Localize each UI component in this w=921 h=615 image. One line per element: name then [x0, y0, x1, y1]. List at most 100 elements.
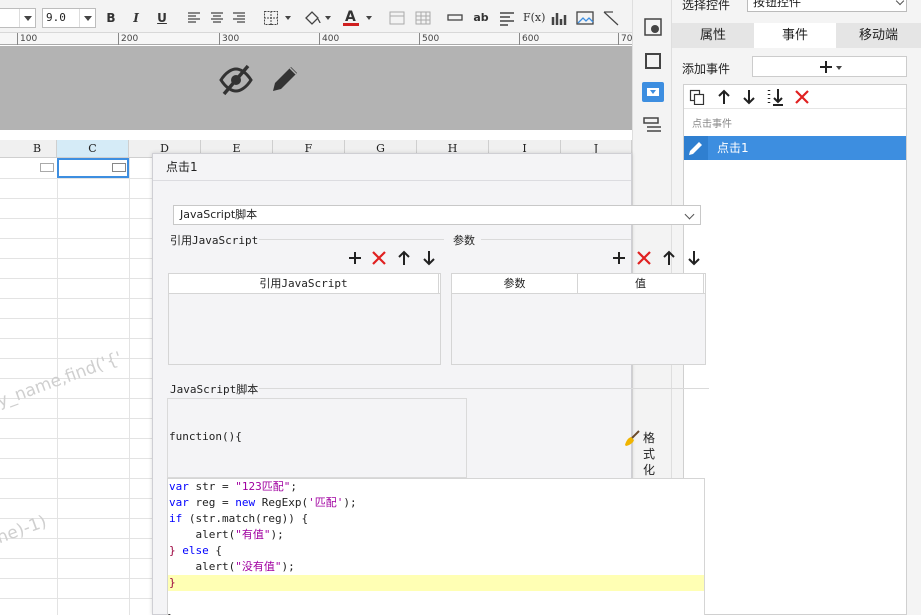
delete-icon[interactable]	[636, 250, 652, 266]
section-divider	[259, 388, 709, 389]
params-table[interactable]: 参数 值	[451, 273, 706, 365]
text-tool-button[interactable]: ab	[472, 9, 490, 27]
panel-tabs: 属性 事件 移动端	[672, 23, 921, 48]
formula-button[interactable]: F(x)	[523, 9, 545, 27]
ruler: 100 200 300 400 500 600 700	[0, 33, 638, 45]
move-to-bottom-icon[interactable]	[765, 87, 787, 107]
arrow-up-icon[interactable]	[716, 89, 732, 105]
font-size-select[interactable]: 9.0	[42, 8, 96, 28]
cell-widget-marker	[112, 163, 126, 172]
code-line: var reg = new RegExp('匹配');	[169, 496, 357, 509]
plus-icon[interactable]	[611, 250, 627, 266]
bold-button[interactable]: B	[104, 9, 118, 27]
chevron-down-icon	[19, 9, 35, 27]
tab-properties[interactable]: 属性	[672, 23, 754, 48]
ref-js-section-label: 引用JavaScript	[170, 234, 259, 247]
svg-text:A: A	[345, 9, 356, 25]
script-type-select[interactable]: JavaScript脚本	[173, 205, 701, 225]
ruler-tick: 100	[17, 33, 37, 45]
merge-cells-icon[interactable]	[389, 10, 405, 26]
underline-button[interactable]: U	[155, 9, 169, 27]
column-header-c[interactable]: C	[57, 140, 129, 158]
event-widget-icon[interactable]	[642, 82, 664, 102]
arrow-down-icon[interactable]	[686, 250, 702, 266]
event-dialog: 点击1 JavaScript脚本 引用JavaScript 参数 引用JavaS…	[152, 153, 709, 615]
frame-icon[interactable]	[644, 52, 662, 70]
pencil-icon	[684, 136, 708, 160]
border-icon[interactable]	[263, 10, 279, 26]
add-event-button[interactable]	[752, 56, 907, 77]
widget-select-label: 选择控件	[682, 0, 731, 12]
code-line: if (str.match(reg)) {	[169, 512, 309, 525]
dialog-title: 点击1	[153, 154, 631, 181]
ruler-tick: 500	[419, 33, 439, 45]
arrow-up-icon[interactable]	[661, 250, 677, 266]
script-type-value: JavaScript脚本	[180, 208, 258, 221]
italic-button[interactable]: I	[129, 9, 143, 27]
ref-js-column: 引用JavaScript	[169, 274, 439, 294]
section-divider	[481, 239, 631, 240]
ref-js-table[interactable]: 引用JavaScript	[168, 273, 441, 365]
slash-cell-icon[interactable]	[603, 10, 619, 26]
fill-color-icon[interactable]	[303, 9, 321, 26]
ruler-tick: 600	[519, 33, 539, 45]
code-line: var str = "123匹配";	[169, 480, 297, 493]
font-family-select[interactable]	[0, 8, 36, 28]
chevron-down-icon	[836, 66, 842, 70]
code-editor[interactable]: var str = "123匹配"; var reg = new RegExp(…	[167, 478, 705, 615]
param-column: 参数	[452, 274, 578, 294]
section-divider	[259, 239, 444, 240]
js-script-section-label: JavaScript脚本	[170, 383, 259, 396]
plus-icon[interactable]	[347, 250, 363, 266]
eye-hidden-icon[interactable]	[219, 63, 253, 97]
chevron-down-icon[interactable]	[366, 16, 372, 20]
image-icon[interactable]	[576, 10, 594, 26]
ruler-tick: 300	[219, 33, 239, 45]
tab-events[interactable]: 事件	[754, 23, 836, 48]
column-header-b[interactable]: B	[0, 140, 57, 158]
chevron-down-icon[interactable]	[325, 16, 331, 20]
event-group-label: 点击事件	[692, 119, 732, 130]
add-event-label: 添加事件	[682, 62, 731, 76]
delete-icon[interactable]	[794, 89, 810, 105]
widget-canvas	[0, 46, 632, 130]
align-right-icon[interactable]	[232, 11, 246, 25]
arrow-down-icon[interactable]	[421, 250, 437, 266]
paragraph-icon[interactable]	[499, 10, 515, 26]
arrow-down-icon[interactable]	[741, 89, 757, 105]
widget-settings-icon[interactable]	[644, 18, 662, 36]
copy-icon[interactable]	[689, 89, 705, 105]
font-color-icon[interactable]: A	[342, 8, 360, 28]
event-item-label: 点击1	[717, 141, 749, 155]
chevron-down-icon	[682, 206, 700, 224]
tab-mobile[interactable]: 移动端	[836, 23, 921, 48]
ruler-tick: 400	[319, 33, 339, 45]
value-column: 值	[578, 274, 704, 294]
bar-chart-icon[interactable]	[551, 10, 567, 26]
widget-select[interactable]: 按钮控件	[747, 0, 907, 12]
arrow-up-icon[interactable]	[396, 250, 412, 266]
font-size-value: 9.0	[46, 11, 66, 24]
grid-icon[interactable]	[415, 10, 431, 26]
properties-panel: 选择控件 按钮控件 属性 事件 移动端 添加事件 点击事件 点击1	[672, 0, 921, 615]
widget-select-row: 选择控件 按钮控件	[672, 0, 921, 20]
align-center-icon[interactable]	[210, 11, 224, 25]
textbox-icon[interactable]	[446, 10, 464, 26]
delete-icon[interactable]	[371, 250, 387, 266]
event-toolbar	[684, 85, 906, 109]
event-list: 点击事件 点击1	[683, 84, 907, 615]
params-table-header: 参数 值	[452, 274, 705, 294]
params-section-label: 参数	[453, 234, 475, 247]
chevron-down-icon	[79, 9, 95, 27]
code-line-current: }	[168, 575, 704, 591]
align-left-icon[interactable]	[187, 11, 201, 25]
ruler-tick: 200	[118, 33, 138, 45]
code-line: alert("有值");	[169, 528, 284, 541]
format-toolbar: 9.0 B I U A ab F(x)	[0, 0, 632, 33]
list-icon[interactable]	[643, 116, 663, 134]
pencil-icon[interactable]	[269, 63, 301, 95]
event-item-click1[interactable]: 点击1	[684, 136, 906, 160]
format-code-button[interactable]: 格式化代码	[623, 430, 655, 509]
chevron-down-icon[interactable]	[285, 16, 291, 20]
code-line: alert("没有值");	[169, 560, 295, 573]
